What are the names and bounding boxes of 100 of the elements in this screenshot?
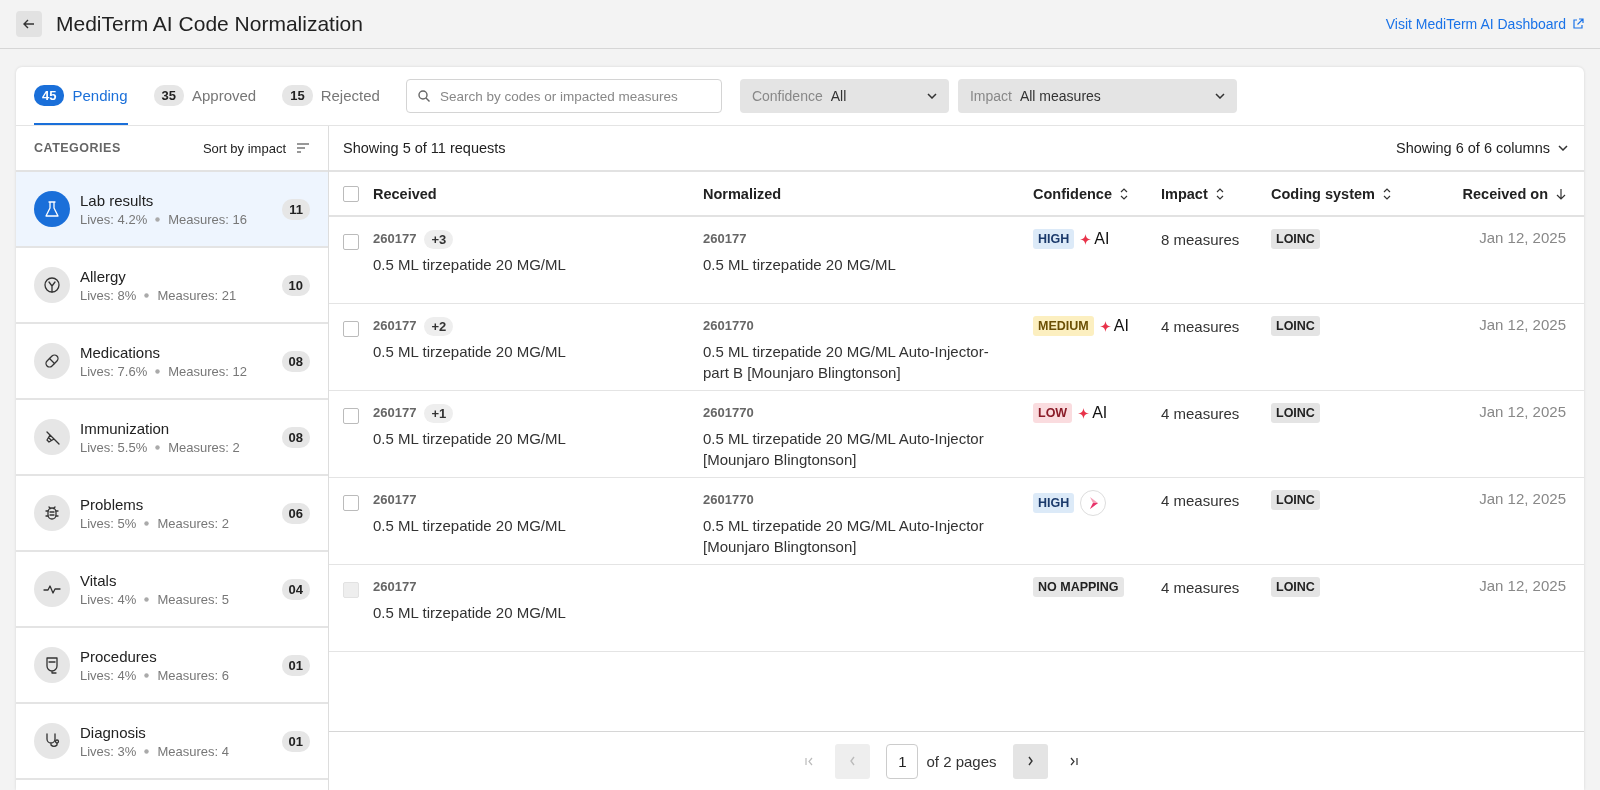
lives-stat: Lives: 3% xyxy=(80,743,137,759)
received-code: 260177 xyxy=(373,491,417,509)
received-date: Jan 12, 2025 xyxy=(1479,577,1566,594)
sort-icon[interactable] xyxy=(1119,187,1128,200)
category-item[interactable]: Procedures Lives: 4% Measures: 6 01 xyxy=(16,628,328,704)
row-checkbox[interactable] xyxy=(343,408,359,424)
sparkle-icon xyxy=(1078,407,1090,419)
extra-codes-count[interactable]: +2 xyxy=(424,316,454,336)
lives-stat: Lives: 5.5% xyxy=(80,439,148,455)
tab-count: 15 xyxy=(282,84,313,106)
sort-icon[interactable] xyxy=(1215,187,1224,200)
lives-stat: Lives: 4.2% xyxy=(80,211,148,227)
column-header[interactable]: Coding system xyxy=(1271,185,1375,202)
sparkle-icon xyxy=(1080,233,1092,245)
received-code: 260177 xyxy=(373,578,417,596)
status-tab[interactable]: 45 Pending xyxy=(34,67,128,125)
confidence-badge: LOW xyxy=(1033,403,1073,423)
received-name: 0.5 ML tirzepatide 20 MG/ML xyxy=(373,429,567,449)
external-link-icon xyxy=(1572,18,1584,30)
column-header[interactable]: Confidence xyxy=(1033,185,1112,202)
dot-separator-icon xyxy=(144,520,150,526)
coding-system-tag: LOINC xyxy=(1271,490,1320,510)
measures-stat: Measures: 6 xyxy=(157,667,229,683)
coding-system-tag: LOINC xyxy=(1271,229,1320,249)
results-summary: Showing 5 of 11 requests xyxy=(343,140,506,156)
category-item[interactable]: Medications Lives: 7.6% Measures: 12 08 xyxy=(16,324,328,400)
impact-value: 8 measures xyxy=(1161,230,1241,250)
sort-icon[interactable] xyxy=(1382,187,1391,200)
column-header[interactable]: Impact xyxy=(1161,185,1208,202)
sort-descending-icon[interactable] xyxy=(1556,187,1566,200)
status-tab[interactable]: 35 Approved xyxy=(153,67,257,125)
measures-stat: Measures: 4 xyxy=(157,743,229,759)
page-number-field[interactable]: 1 xyxy=(886,743,919,779)
impact-value: 4 measures xyxy=(1161,404,1241,424)
category-item[interactable]: Lab results Lives: 4.2% Measures: 16 11 xyxy=(16,172,328,248)
category-item[interactable]: Diagnosis Lives: 3% Measures: 4 01 xyxy=(16,704,328,780)
received-name: 0.5 ML tirzepatide 20 MG/ML xyxy=(373,603,567,623)
category-count: 08 xyxy=(281,426,310,448)
select-all-checkbox[interactable] xyxy=(343,185,359,202)
measures-stat: Measures: 21 xyxy=(157,287,237,303)
category-item[interactable]: Problems Lives: 5% Measures: 2 06 xyxy=(16,476,328,552)
filter-dropdown[interactable]: Impact All measures xyxy=(957,79,1237,113)
model-logo-icon xyxy=(1080,490,1107,516)
columns-toggle[interactable]: Showing 6 of 6 columns xyxy=(1396,140,1568,156)
impact-value: 4 measures xyxy=(1161,491,1241,511)
category-count: 01 xyxy=(281,654,310,676)
category-name: Diagnosis xyxy=(80,723,147,741)
category-item[interactable]: Vitals Lives: 4% Measures: 5 04 xyxy=(16,552,328,628)
column-header[interactable]: Received xyxy=(373,185,437,202)
received-code: 260177 xyxy=(373,230,417,248)
category-name: Allergy xyxy=(80,267,127,285)
extra-codes-count[interactable]: +3 xyxy=(424,229,454,249)
chevron-down-icon xyxy=(1214,93,1225,99)
category-name: Problems xyxy=(80,495,145,513)
row-checkbox[interactable] xyxy=(343,495,359,511)
received-name: 0.5 ML tirzepatide 20 MG/ML xyxy=(373,516,567,536)
category-item[interactable]: Immunization Lives: 5.5% Measures: 2 08 xyxy=(16,400,328,476)
back-button[interactable] xyxy=(16,11,42,37)
received-code: 260177 xyxy=(373,404,417,422)
allergy-icon xyxy=(34,267,70,303)
category-count: 10 xyxy=(281,274,310,296)
sort-button[interactable]: Sort by impact xyxy=(202,140,310,156)
normalized-name: 0.5 ML tirzepatide 20 MG/ML Auto-Injector [Mounjaro Blingtonson] xyxy=(703,429,985,470)
sparkle-icon xyxy=(1099,320,1111,332)
row-checkbox[interactable] xyxy=(343,234,359,250)
pulse-icon xyxy=(34,571,70,607)
clipboard-icon xyxy=(34,647,70,683)
last-page-icon xyxy=(1069,756,1079,766)
confidence-badge: HIGH xyxy=(1033,493,1075,513)
pill-icon xyxy=(34,343,70,379)
lives-stat: Lives: 4% xyxy=(80,667,137,683)
category-count: 01 xyxy=(281,730,310,752)
dashboard-link[interactable]: Visit MediTerm AI Dashboard xyxy=(1385,16,1584,32)
row-checkbox[interactable] xyxy=(343,321,359,337)
column-header[interactable]: Received on xyxy=(1462,185,1548,202)
confidence-badge: MEDIUM xyxy=(1033,316,1094,336)
category-item[interactable]: Allergy Lives: 8% Measures: 21 10 xyxy=(16,248,328,324)
filter-dropdown[interactable]: Confidence All xyxy=(739,79,949,113)
confidence-badge: HIGH xyxy=(1033,229,1075,249)
confidence-badge: NO MAPPING xyxy=(1033,577,1124,597)
chevron-down-icon xyxy=(926,93,937,99)
ai-label: AI xyxy=(1113,317,1129,335)
received-name: 0.5 ML tirzepatide 20 MG/ML xyxy=(373,255,567,275)
category-name: Immunization xyxy=(80,419,171,437)
search-field[interactable]: Search by codes or impacted measures xyxy=(405,79,722,113)
tab-count: 45 xyxy=(34,84,65,106)
lives-stat: Lives: 7.6% xyxy=(80,363,148,379)
dot-separator-icon xyxy=(144,748,150,754)
status-tab[interactable]: 15 Rejected xyxy=(282,67,380,125)
lives-stat: Lives: 5% xyxy=(80,515,137,531)
chevron-down-icon xyxy=(1558,145,1568,151)
column-header[interactable]: Normalized xyxy=(703,185,782,202)
extra-codes-count[interactable]: +1 xyxy=(424,403,454,423)
next-page-button[interactable] xyxy=(1012,743,1048,779)
measures-stat: Measures: 5 xyxy=(157,591,229,607)
tab-count: 35 xyxy=(153,84,184,106)
normalized-code: 2601770 xyxy=(703,491,755,509)
category-count: 08 xyxy=(281,350,310,372)
ai-label: AI xyxy=(1094,230,1110,248)
sort-lines-icon xyxy=(296,143,310,153)
